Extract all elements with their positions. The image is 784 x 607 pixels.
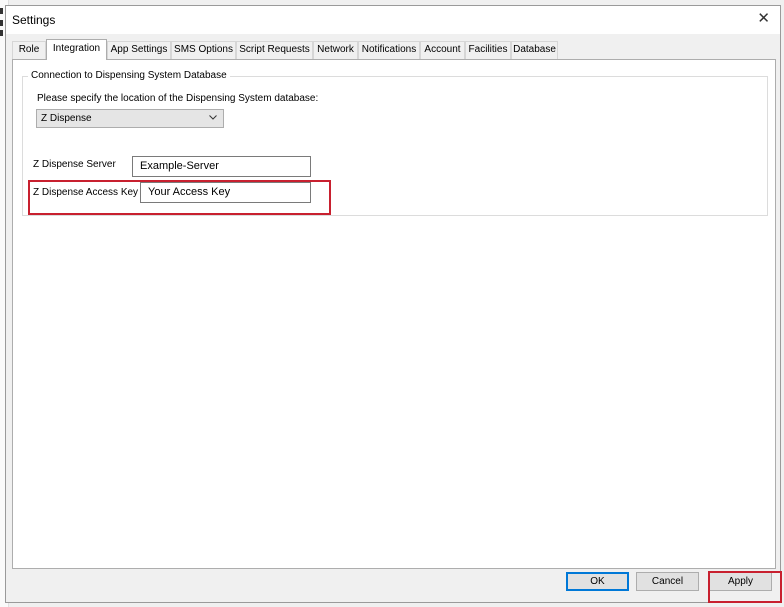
server-field[interactable]: Example-Server bbox=[132, 156, 311, 177]
ok-button[interactable]: OK bbox=[566, 572, 629, 591]
tab-database[interactable]: Database bbox=[511, 41, 558, 59]
groupbox-title: Connection to Dispensing System Database bbox=[28, 70, 230, 81]
chevron-down-icon bbox=[209, 115, 217, 120]
database-location-prompt: Please specify the location of the Dispe… bbox=[37, 93, 319, 104]
apply-highlight-box bbox=[708, 571, 782, 603]
tab-sms-options[interactable]: SMS Options bbox=[171, 41, 236, 59]
access-key-highlight-box bbox=[28, 180, 331, 215]
tab-facilities[interactable]: Facilities bbox=[465, 41, 511, 59]
tab-notifications[interactable]: Notifications bbox=[358, 41, 420, 59]
tab-network[interactable]: Network bbox=[313, 41, 358, 59]
close-icon[interactable]: ✕ bbox=[757, 10, 770, 28]
tab-role[interactable]: Role bbox=[12, 41, 46, 59]
cancel-button[interactable]: Cancel bbox=[636, 572, 699, 591]
tab-app-settings[interactable]: App Settings bbox=[107, 41, 171, 59]
server-label: Z Dispense Server bbox=[33, 159, 116, 170]
tab-integration[interactable]: Integration bbox=[46, 39, 107, 60]
integration-panel: Connection to Dispensing System Database… bbox=[12, 59, 776, 569]
title-bar: Settings ✕ bbox=[6, 6, 780, 34]
window-title: Settings bbox=[12, 13, 56, 27]
dispensing-system-value: Z Dispense bbox=[41, 113, 92, 124]
tab-account[interactable]: Account bbox=[420, 41, 465, 59]
dispensing-system-select[interactable]: Z Dispense bbox=[36, 109, 224, 128]
settings-dialog: Settings ✕ Role Integration App Settings… bbox=[5, 5, 782, 603]
tab-script-requests[interactable]: Script Requests bbox=[236, 41, 313, 59]
